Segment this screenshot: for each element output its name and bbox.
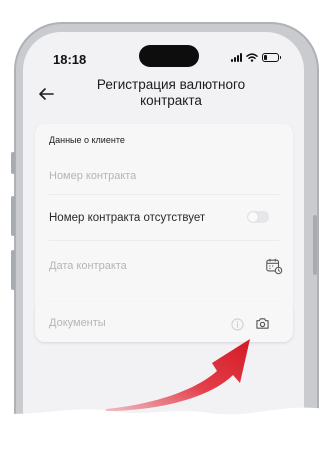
dynamic-island — [139, 45, 199, 67]
section-label: Данные о клиенте — [49, 135, 125, 145]
no-contract-number-toggle[interactable] — [247, 211, 269, 223]
divider — [49, 194, 279, 195]
wifi-icon — [246, 52, 258, 62]
toggle-knob — [248, 212, 258, 222]
phone-side-button-volume-down — [11, 250, 15, 290]
phone-side-button-volume-up — [11, 196, 15, 236]
phone-side-button-power — [313, 215, 317, 275]
no-contract-number-label: Номер контракта отсутствует — [49, 212, 206, 224]
status-time: 18:18 — [53, 52, 87, 67]
arrow-left-icon[interactable] — [37, 86, 55, 102]
page-title: Регистрация валютного контракта — [96, 77, 246, 108]
calendar-icon[interactable] — [265, 257, 283, 275]
cellular-signal-icon — [231, 52, 242, 62]
phone-side-button-silent — [11, 152, 15, 174]
battery-icon — [262, 52, 281, 62]
contract-number-input[interactable]: Номер контракта — [49, 170, 136, 182]
red-pointer-arrow — [106, 339, 250, 411]
contract-date-input[interactable]: Дата контракта — [49, 260, 127, 272]
divider — [49, 240, 279, 241]
status-icons — [231, 52, 281, 62]
documents-input[interactable]: Документы — [49, 317, 106, 329]
